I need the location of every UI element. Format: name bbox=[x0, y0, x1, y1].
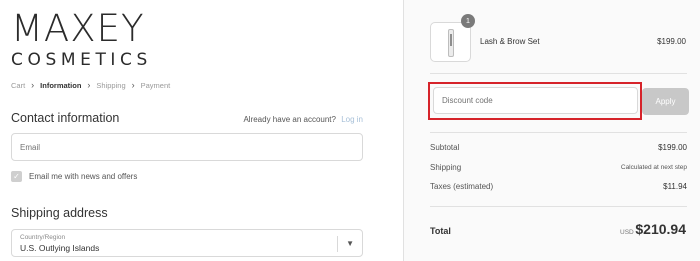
newsletter-label: Email me with news and offers bbox=[29, 172, 138, 181]
chevron-right-icon: › bbox=[87, 80, 91, 90]
country-select[interactable]: Country/Region U.S. Outlying Islands ▼ bbox=[11, 229, 363, 257]
divider bbox=[430, 73, 687, 74]
breadcrumb: Cart › Information › Shipping › Payment bbox=[11, 80, 170, 90]
product-thumbnail bbox=[430, 22, 471, 62]
subtotal-label: Subtotal bbox=[430, 143, 460, 152]
select-divider bbox=[337, 236, 338, 252]
discount-code-input[interactable]: Discount code bbox=[433, 87, 638, 114]
apply-button[interactable]: Apply bbox=[642, 88, 689, 115]
shipping-value: Calculated at next step bbox=[620, 164, 687, 171]
subtotal-value: $199.00 bbox=[658, 143, 687, 152]
chevron-right-icon: › bbox=[131, 80, 135, 90]
login-prompt: Already have an account? bbox=[243, 115, 336, 124]
newsletter-option: ✓ Email me with news and offers bbox=[11, 171, 137, 182]
caret-down-icon: ▼ bbox=[346, 239, 354, 248]
subtotal-row: Subtotal $199.00 bbox=[430, 143, 687, 152]
taxes-label: Taxes (estimated) bbox=[430, 182, 494, 191]
country-label: Country/Region bbox=[20, 234, 66, 241]
shipping-title: Shipping address bbox=[11, 206, 108, 220]
check-icon: ✓ bbox=[13, 171, 20, 181]
quantity-badge: 1 bbox=[461, 14, 475, 28]
product-image bbox=[448, 29, 454, 57]
logo-wordmark: MAXEY bbox=[11, 7, 145, 50]
chevron-right-icon: › bbox=[31, 80, 35, 90]
breadcrumb-payment: Payment bbox=[140, 80, 171, 90]
taxes-value: $11.94 bbox=[663, 182, 687, 191]
login-link[interactable]: Log in bbox=[341, 115, 363, 124]
breadcrumb-information: Information bbox=[40, 80, 82, 90]
contact-title: Contact information bbox=[11, 111, 120, 125]
breadcrumb-cart[interactable]: Cart bbox=[11, 81, 25, 90]
country-value: U.S. Outlying Islands bbox=[20, 243, 100, 253]
brand-logo[interactable]: MAXEY COSMETICS bbox=[11, 7, 152, 71]
checkout-main: MAXEY COSMETICS Cart › Information › Shi… bbox=[0, 0, 403, 261]
login-hint: Already have an account? Log in bbox=[243, 115, 363, 124]
taxes-row: Taxes (estimated) $11.94 bbox=[430, 182, 687, 191]
product-price: $199.00 bbox=[657, 37, 686, 46]
email-field[interactable]: Email bbox=[11, 133, 363, 161]
email-placeholder: Email bbox=[20, 143, 41, 152]
shipping-row: Shipping Calculated at next step bbox=[430, 163, 687, 172]
total-label: Total bbox=[430, 226, 451, 236]
total-value: $210.94 bbox=[635, 221, 686, 237]
breadcrumb-shipping: Shipping bbox=[96, 80, 126, 90]
divider bbox=[430, 206, 687, 207]
logo-subtitle: COSMETICS bbox=[11, 50, 152, 70]
newsletter-checkbox[interactable]: ✓ bbox=[11, 171, 22, 182]
product-name: Lash & Brow Set bbox=[480, 37, 540, 46]
order-summary: 1 Lash & Brow Set $199.00 Discount code … bbox=[403, 0, 700, 261]
discount-placeholder: Discount code bbox=[442, 96, 493, 105]
total-currency: USD bbox=[620, 229, 634, 236]
shipping-label: Shipping bbox=[430, 163, 462, 172]
divider bbox=[430, 132, 687, 133]
